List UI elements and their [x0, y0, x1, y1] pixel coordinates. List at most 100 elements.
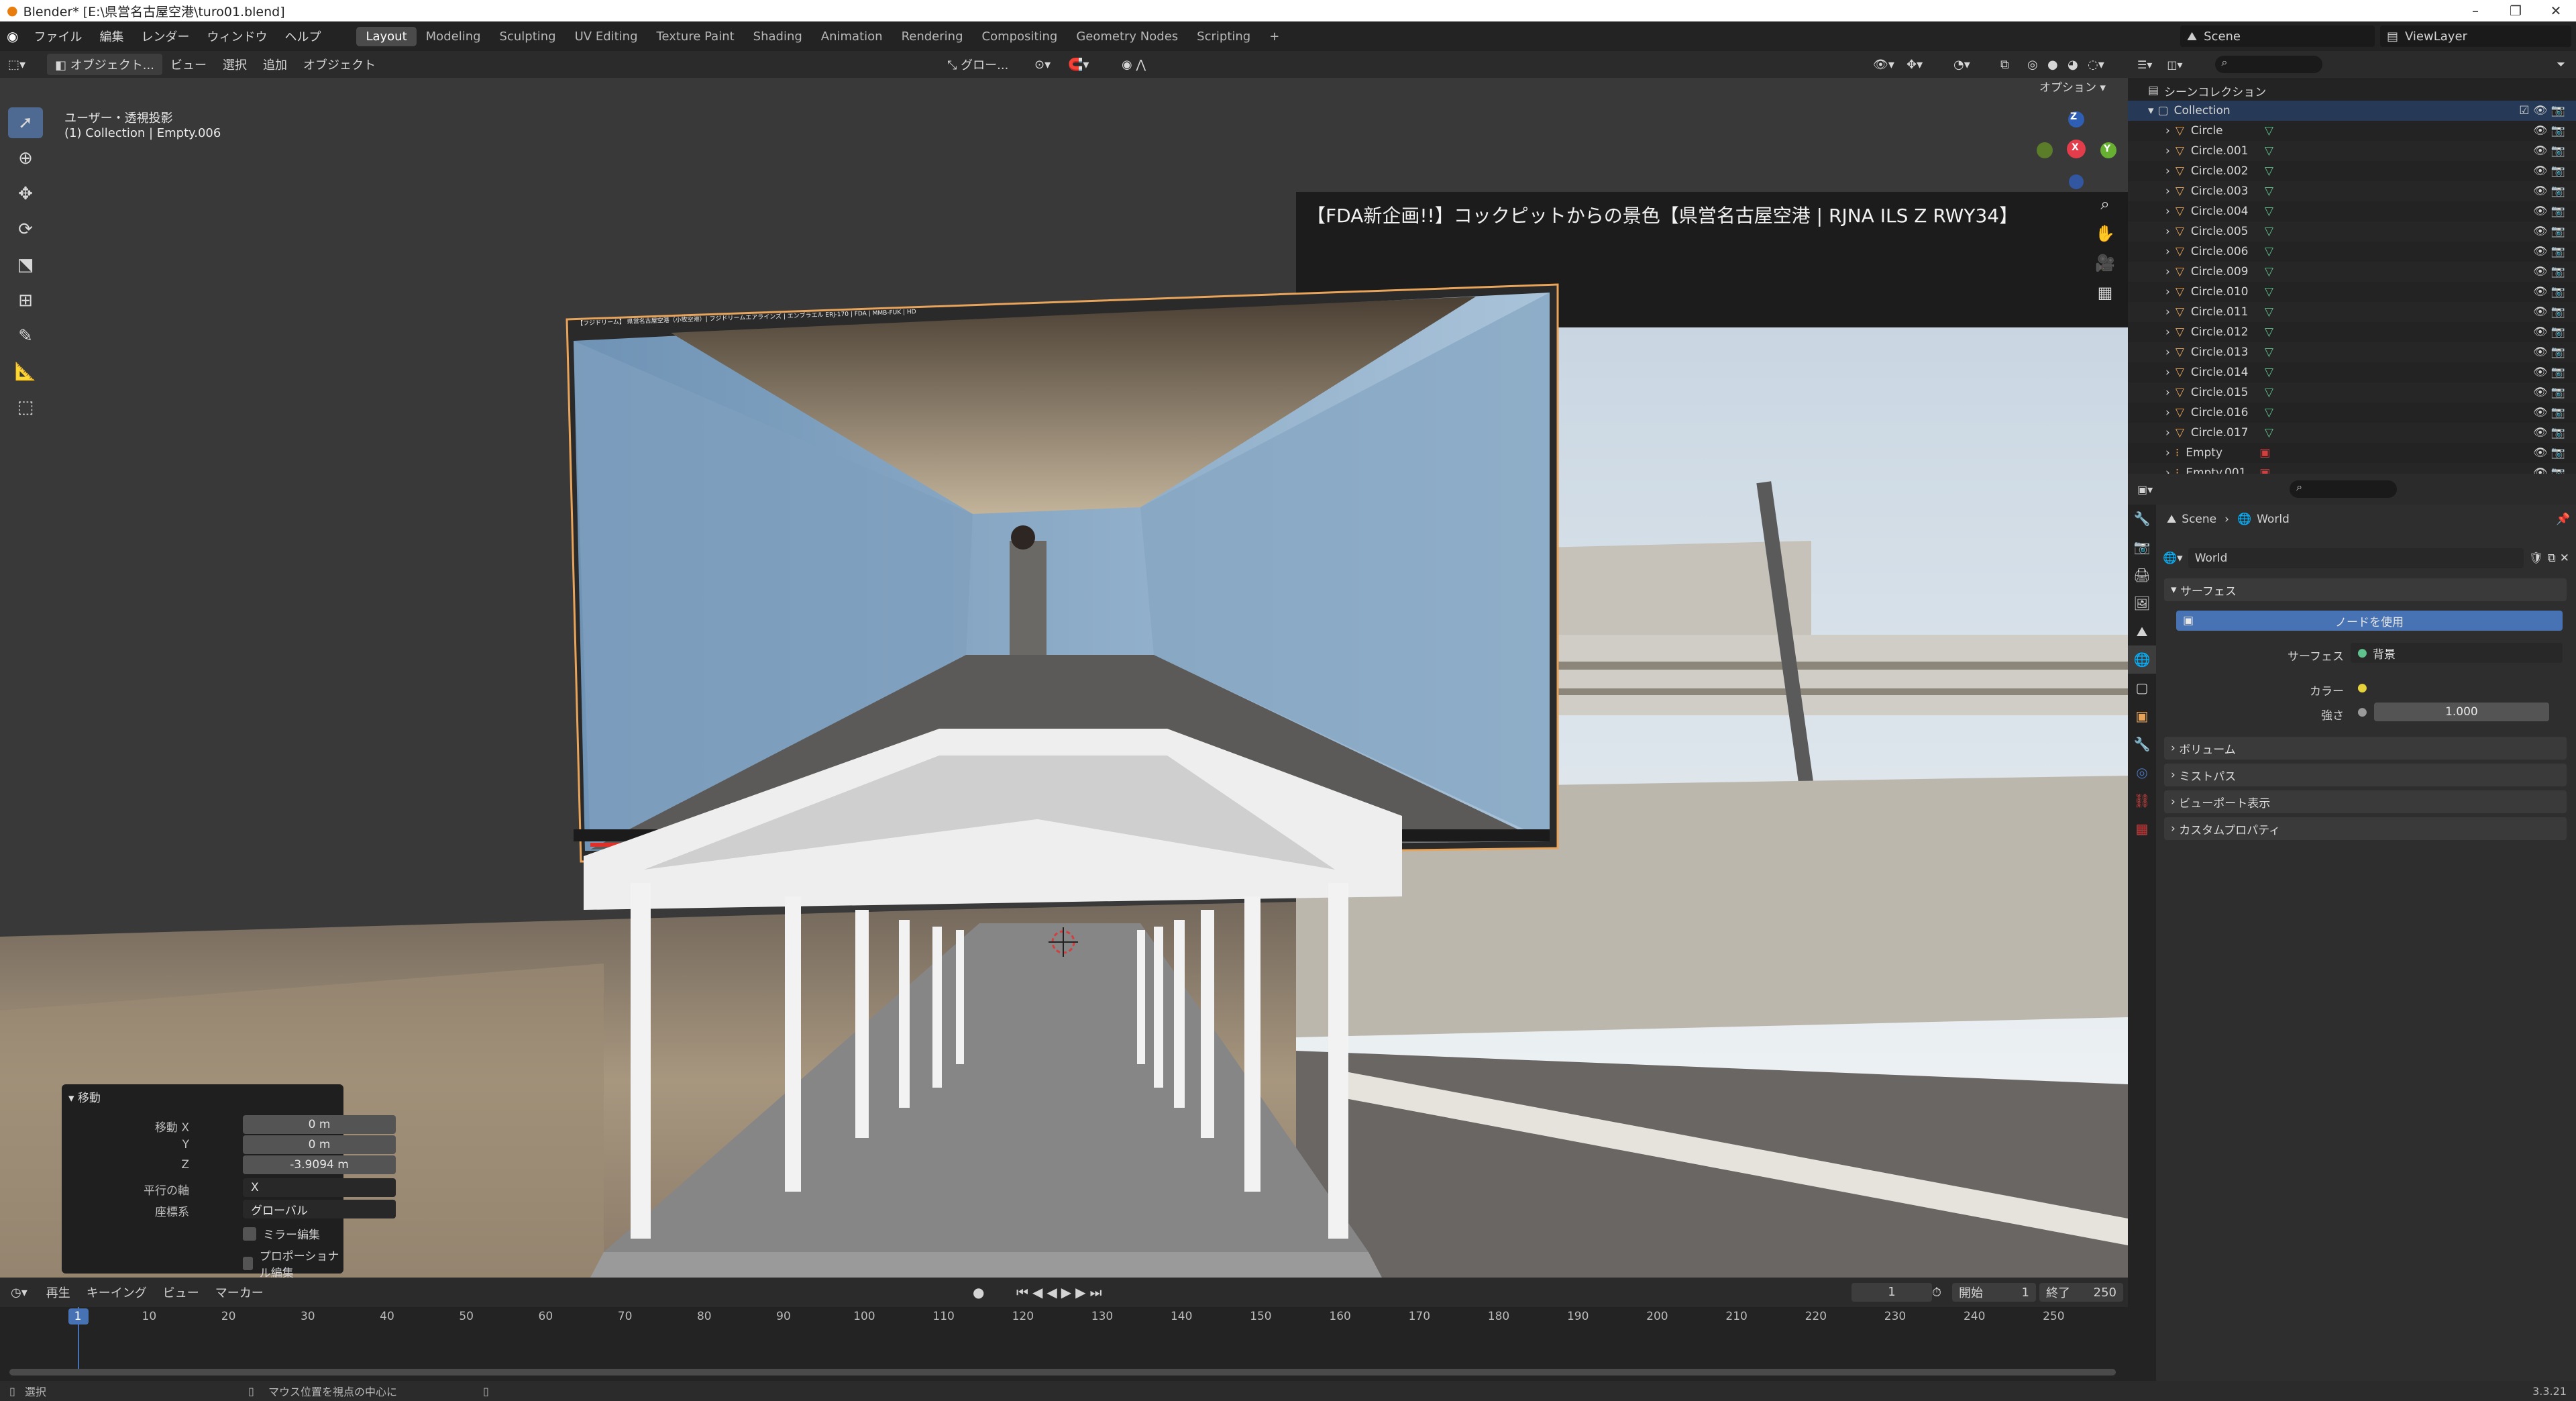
mesh-data-icon[interactable]: ▽: [2265, 124, 2273, 138]
view-layer-tab-icon[interactable]: 🖼: [2128, 589, 2156, 617]
outliner-search-input[interactable]: ⌕: [2214, 56, 2322, 73]
annotate-icon[interactable]: ✎: [8, 321, 43, 352]
pan-hand-icon[interactable]: ✋: [2089, 219, 2121, 248]
menu-object[interactable]: オブジェクト: [295, 54, 384, 75]
transform-orientation-dropdown[interactable]: ⤡ グロー...: [939, 54, 1016, 75]
tab-rendering[interactable]: Rendering: [892, 27, 973, 46]
filter-icon[interactable]: ⏷: [2557, 58, 2565, 71]
menu-render[interactable]: レンダー: [132, 28, 198, 45]
world-name-field[interactable]: World: [2188, 548, 2524, 568]
mesh-data-icon[interactable]: ▽: [2265, 346, 2273, 359]
mesh-data-icon[interactable]: ▽: [2265, 426, 2273, 439]
visibility-icons[interactable]: 👁 📷: [2533, 466, 2565, 474]
mesh-data-icon[interactable]: ▽: [2265, 185, 2273, 198]
outliner-item[interactable]: › ▽ Circle ▽ 👁 📷: [2128, 121, 2576, 141]
mesh-data-icon[interactable]: ▽: [2265, 406, 2273, 419]
tab-scripting[interactable]: Scripting: [1187, 27, 1260, 46]
outliner-item[interactable]: › ▽ Circle.005 ▽ 👁 📷: [2128, 221, 2576, 242]
properties-editor-icon[interactable]: ▣▾: [2128, 483, 2162, 496]
editor-type-icon[interactable]: ⬚▾: [0, 56, 34, 74]
outliner-item[interactable]: › ▽ Circle.001 ▽ 👁 📷: [2128, 141, 2576, 161]
mesh-data-icon[interactable]: ▽: [2265, 366, 2273, 379]
mesh-data-icon[interactable]: ▽: [2265, 305, 2273, 319]
transform-icon[interactable]: ⊞: [8, 285, 43, 316]
camera-view-icon[interactable]: 🎥: [2089, 248, 2121, 278]
mesh-data-icon[interactable]: ▽: [2265, 205, 2273, 218]
breadcrumb-world[interactable]: World: [2257, 513, 2290, 526]
mesh-data-icon[interactable]: ▽: [2265, 164, 2273, 178]
record-icon[interactable]: ●: [973, 1284, 984, 1300]
mesh-data-icon[interactable]: ▽: [2265, 225, 2273, 238]
start-frame-field[interactable]: 開始 1: [1952, 1283, 2036, 1302]
visibility-icons[interactable]: 👁 📷: [2533, 285, 2565, 299]
blender-menu-icon[interactable]: ◉: [0, 28, 25, 44]
outliner-item[interactable]: › ▽ Circle.011 ▽ 👁 📷: [2128, 302, 2576, 322]
constraint-axis-dropdown[interactable]: X: [243, 1178, 396, 1197]
mesh-data-icon[interactable]: ▽: [2265, 144, 2273, 158]
mist-pass-panel-header[interactable]: › ミストパス: [2164, 764, 2567, 786]
mesh-data-icon[interactable]: ▽: [2265, 386, 2273, 399]
operator-panel-title[interactable]: ▾ 移動: [68, 1088, 101, 1105]
perspective-grid-icon[interactable]: ▦: [2089, 278, 2121, 307]
mesh-data-icon[interactable]: ▽: [2265, 265, 2273, 278]
menu-window[interactable]: ウィンドウ: [198, 28, 276, 45]
visibility-icons[interactable]: 👁 📷: [2533, 406, 2565, 419]
mesh-data-icon[interactable]: ▽: [2265, 285, 2273, 299]
mesh-data-icon[interactable]: ▽: [2265, 325, 2273, 339]
visibility-icons[interactable]: 👁 📷: [2533, 305, 2565, 319]
display-mode-icon[interactable]: ◫▾: [2161, 58, 2188, 71]
mirror-edit-checkbox[interactable]: ミラー編集: [243, 1225, 320, 1242]
mesh-data-icon[interactable]: ▽: [2265, 245, 2273, 258]
move-icon[interactable]: ✥: [8, 178, 43, 209]
gizmo-y-label[interactable]: Y: [2104, 144, 2110, 154]
surface-shader-field[interactable]: ● 背景: [2351, 643, 2563, 663]
tab-animation[interactable]: Animation: [812, 27, 892, 46]
playback-controls[interactable]: ⏮◀◀▶▶⏭: [1016, 1284, 1106, 1300]
texture-tab-icon[interactable]: ▦: [2128, 815, 2156, 843]
menu-keying[interactable]: キーイング: [78, 1284, 155, 1301]
options-dropdown[interactable]: オプション ▾: [2039, 78, 2106, 95]
color-field[interactable]: ●: [2351, 678, 2563, 698]
tab-sculpting[interactable]: Sculpting: [490, 27, 566, 46]
shading-rendered-icon[interactable]: ◌▾: [2080, 56, 2112, 74]
outliner-item[interactable]: › ▽ Circle.016 ▽ 👁 📷: [2128, 403, 2576, 423]
render-tab-icon[interactable]: 📷: [2128, 533, 2156, 561]
close-button[interactable]: ✕: [2536, 0, 2576, 21]
visibility-icons[interactable]: 👁 📷: [2533, 164, 2565, 178]
breadcrumb-scene[interactable]: Scene: [2182, 513, 2216, 526]
strength-field[interactable]: 1.000: [2373, 703, 2549, 721]
scene-collection-row[interactable]: ▤ シーンコレクション: [2128, 81, 2576, 101]
rotate-icon[interactable]: ⟳: [8, 214, 43, 245]
mode-selector[interactable]: ◧ オブジェクト...: [47, 54, 162, 75]
visibility-icons[interactable]: 👁 📷: [2533, 446, 2565, 460]
world-tab-icon[interactable]: 🌐: [2128, 645, 2156, 674]
outliner-item[interactable]: › ▽ Circle.006 ▽ 👁 📷: [2128, 242, 2576, 262]
outliner-item[interactable]: › ▽ Circle.009 ▽ 👁 📷: [2128, 262, 2576, 282]
properties-search-input[interactable]: ⌕: [2290, 480, 2398, 498]
scene-selector[interactable]: ⛰ Scene: [2180, 25, 2375, 47]
object-tab-icon[interactable]: ▣: [2128, 702, 2156, 730]
gizmo-z-label[interactable]: Z: [2070, 111, 2077, 122]
visibility-icons[interactable]: 👁 📷: [2533, 205, 2565, 218]
menu-edit[interactable]: 編集: [91, 28, 132, 45]
visibility-icon[interactable]: 👁▾: [1865, 56, 1902, 74]
move-z-field[interactable]: -3.9094 m: [243, 1155, 396, 1174]
pin-icon[interactable]: 📌: [2556, 513, 2570, 526]
menu-timeline-view[interactable]: ビュー: [155, 1284, 207, 1301]
tab-layout[interactable]: Layout: [356, 26, 417, 46]
menu-help[interactable]: ヘルプ: [276, 28, 329, 45]
visibility-icons[interactable]: 👁 📷: [2533, 325, 2565, 339]
visibility-icons[interactable]: 👁 📷: [2533, 366, 2565, 379]
move-x-field[interactable]: 0 m: [243, 1115, 396, 1134]
visibility-icons[interactable]: 👁 📷: [2533, 245, 2565, 258]
surface-panel-header[interactable]: ▾ サーフェス: [2164, 578, 2567, 601]
zoom-icon[interactable]: ⌕: [2089, 189, 2121, 219]
visibility-icons[interactable]: 👁 📷: [2533, 386, 2565, 399]
cursor-icon[interactable]: ⊕: [8, 143, 43, 174]
current-frame-field[interactable]: 1: [1851, 1283, 1932, 1302]
visibility-icons[interactable]: 👁 📷: [2533, 144, 2565, 158]
measure-icon[interactable]: 📐: [8, 356, 43, 387]
outliner-editor-icon[interactable]: ☰▾: [2128, 58, 2161, 71]
outliner-item[interactable]: › ▽ Circle.014 ▽ 👁 📷: [2128, 362, 2576, 382]
modifier-tab-icon[interactable]: 🔧: [2128, 730, 2156, 758]
